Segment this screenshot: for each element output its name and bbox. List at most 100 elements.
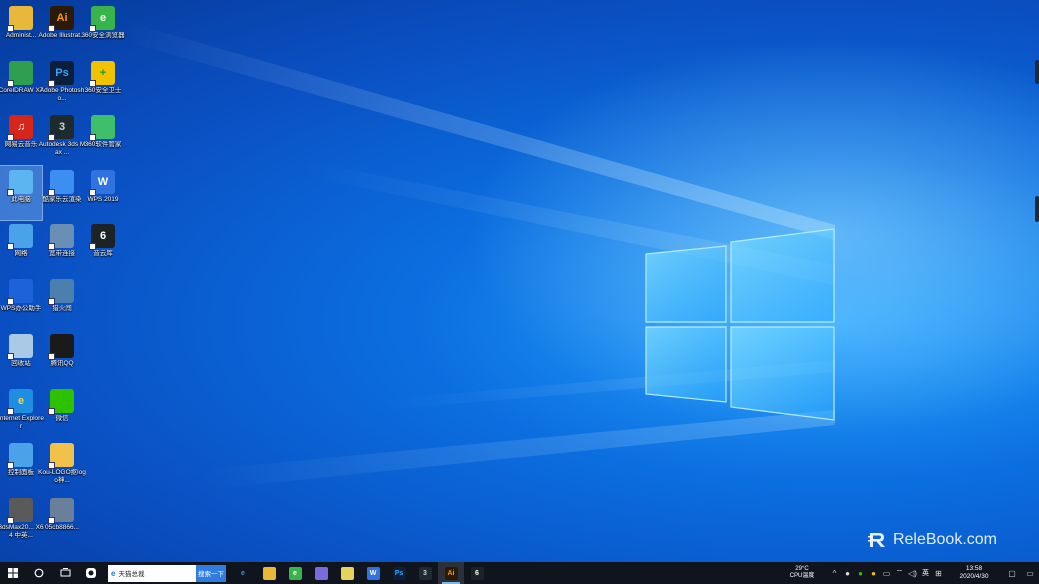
netease-music-icon: ♫ [7,115,33,141]
control-panel-icon [7,443,33,469]
desktop-icon-label: 音云库 [93,250,113,257]
desktop-icon[interactable]: Administ... [0,2,42,56]
taskbar-apps: e e W Ps 3 Ai 6 [230,562,490,584]
kujiale-icon [48,170,74,196]
desktop-icon-label: WPS 2019 [87,196,119,203]
shortcut-arrow-icon [89,134,96,141]
desktop-icon[interactable]: e Internet Explorer [0,385,44,439]
keyboard-grid-icon[interactable]: ⊞ [932,562,945,584]
desktop-icon[interactable]: Ai Adobe Illustrat... [39,2,85,56]
shortcut-arrow-icon [89,80,96,87]
wechat-tray-icon[interactable]: ● [854,562,867,584]
game-icon [48,279,74,305]
notification-center-icon[interactable]: ▢ [1003,562,1021,584]
3dsmax-task-icon: 3 [418,566,432,580]
desktop-icon[interactable]: 宽带连接 [41,220,83,274]
taskbar-app-button[interactable]: Ps [386,562,412,584]
desktop-icon[interactable]: W WPS 2019 [82,166,124,220]
desktop-icon[interactable]: 3 Autodesk 3ds Max ... [39,111,85,165]
desktop-icon[interactable]: ♫ 网易云音乐 [0,111,42,165]
show-hidden-icons-chevron-up-icon[interactable]: ^ [828,562,841,584]
shortcut-arrow-icon [89,25,96,32]
shortcut-arrow-icon [7,134,14,141]
desktop-icon[interactable]: +360安全卫士 [82,57,124,111]
desktop-icon[interactable]: 05cb8866... [41,494,83,548]
taskbar-app-button[interactable]: e [230,562,256,584]
shortcut-arrow-icon [48,408,55,415]
desktop-icon[interactable]: CorelDRAW X7 [0,57,43,111]
desktop-icon[interactable]: e 360安全浏览器 [81,2,125,56]
desktop-icon[interactable]: 腾讯QQ [41,330,83,384]
taskbar-app-button[interactable]: 6 [464,562,490,584]
desktop-icon[interactable]: Ps Adobe Photosho... [40,57,84,111]
illustrator-task-icon: Ai [444,566,458,580]
taskbar-app-button[interactable] [308,562,334,584]
search-button[interactable]: 搜索一下 [196,564,226,582]
desktop: Administ... Ai Adobe Illustrat... e 360安全浏览器… [0,0,1039,562]
desktop-icon[interactable]: 网络 [0,220,42,274]
desktop-icon[interactable]: 回收站 [0,330,42,384]
360-software-icon [89,115,115,141]
desktop-icon-label: 360安全卫士 [84,87,122,94]
desktop-icon[interactable]: 6 音云库 [82,220,124,274]
desktop-icon[interactable]: 微信 [41,385,83,439]
shortcut-arrow-icon [7,408,14,415]
broadband-icon [48,224,74,250]
this-pc-icon [7,170,33,196]
folder-icon [48,443,74,469]
desktop-icon[interactable]: 控制面板 [0,439,42,493]
illustrator-icon: Ai [48,6,74,32]
desktop-icon[interactable]: 猎火闯 [41,275,83,329]
task-view-button[interactable] [52,562,78,584]
desktop-icon[interactable]: WPS办公助手 [0,275,42,329]
taskbar-app-button[interactable]: 3 [412,562,438,584]
desktop-icon[interactable]: 360软件管家 [82,111,124,165]
360-browser-icon: e [89,6,115,32]
network-tray-icon[interactable]: ▭ [880,562,893,584]
360-security-icon: + [89,61,115,87]
search-input[interactable]: 天猫总裁 [118,568,144,578]
taskbar-app-button[interactable]: e [282,562,308,584]
watermark-text: ReleBook.com [892,531,997,548]
cortana-button[interactable] [26,562,52,584]
volume-icon[interactable]: ◁) [906,562,919,584]
desktop-icon-label: 猎火闯 [52,305,72,312]
browser-search-icon: e [111,568,116,578]
cpu-temperature[interactable]: 29°C CPU温度 [782,566,822,581]
file-explorer-icon [262,566,276,580]
action-center-icon[interactable]: ▭ [1021,562,1039,584]
shortcut-arrow-icon [48,298,55,305]
shortcut-arrow-icon [7,353,14,360]
start-button[interactable] [0,562,26,584]
desktop-icon-label: 360软件管家 [84,141,122,148]
watermark: ReleBook.com [867,531,997,549]
system-tray: 29°C CPU温度 ^ ● ● ● ▭ ⌔ ◁) 英 ⊞ 13:58 2020… [782,562,1039,584]
taskbar-app-button[interactable] [256,562,282,584]
taskbar: e 天猫总裁 搜索一下 e e W Ps 3 Ai 6 29°C CPU温度 ^ ● ● ●… [0,562,1039,584]
wifi-tray-icon[interactable]: ⌔ [893,562,906,584]
desktop-icon-label: 05cb8866... [45,524,79,531]
desktop-icon[interactable]: 3dsMax20... X64 中英... [0,494,44,548]
shortcut-arrow-icon [48,462,55,469]
taskbar-search-box[interactable]: e 天猫总裁 [108,564,196,582]
desktop-icon[interactable]: 酷家乐云渲染 [41,166,83,220]
desktop-icon[interactable]: Kou-LOGO抠logo神... [38,439,86,493]
shortcut-arrow-icon [48,189,55,196]
desktop-icon[interactable]: 此电脑 [0,165,43,221]
internet-explorer-icon: e [7,389,33,415]
shortcut-arrow-icon [48,243,55,250]
360-tray-icon[interactable]: ● [867,562,880,584]
photoshop-icon: Ps [48,61,74,87]
clock[interactable]: 13:58 2020/4/30 [949,565,999,581]
taskbar-app-button[interactable] [334,562,360,584]
qq-tray-icon[interactable]: ● [841,562,854,584]
taskbar-app-button[interactable]: W [360,562,386,584]
shortcut-arrow-icon [48,25,55,32]
recycle-bin-icon [7,334,33,360]
tencent-assistant-button[interactable] [78,562,104,584]
taskbar-app-button[interactable]: Ai [438,562,464,584]
shortcut-arrow-icon [7,298,14,305]
task-view-icon [60,568,70,577]
ime-language-indicator[interactable]: 英 [919,562,932,584]
shortcut-arrow-icon [7,462,14,469]
